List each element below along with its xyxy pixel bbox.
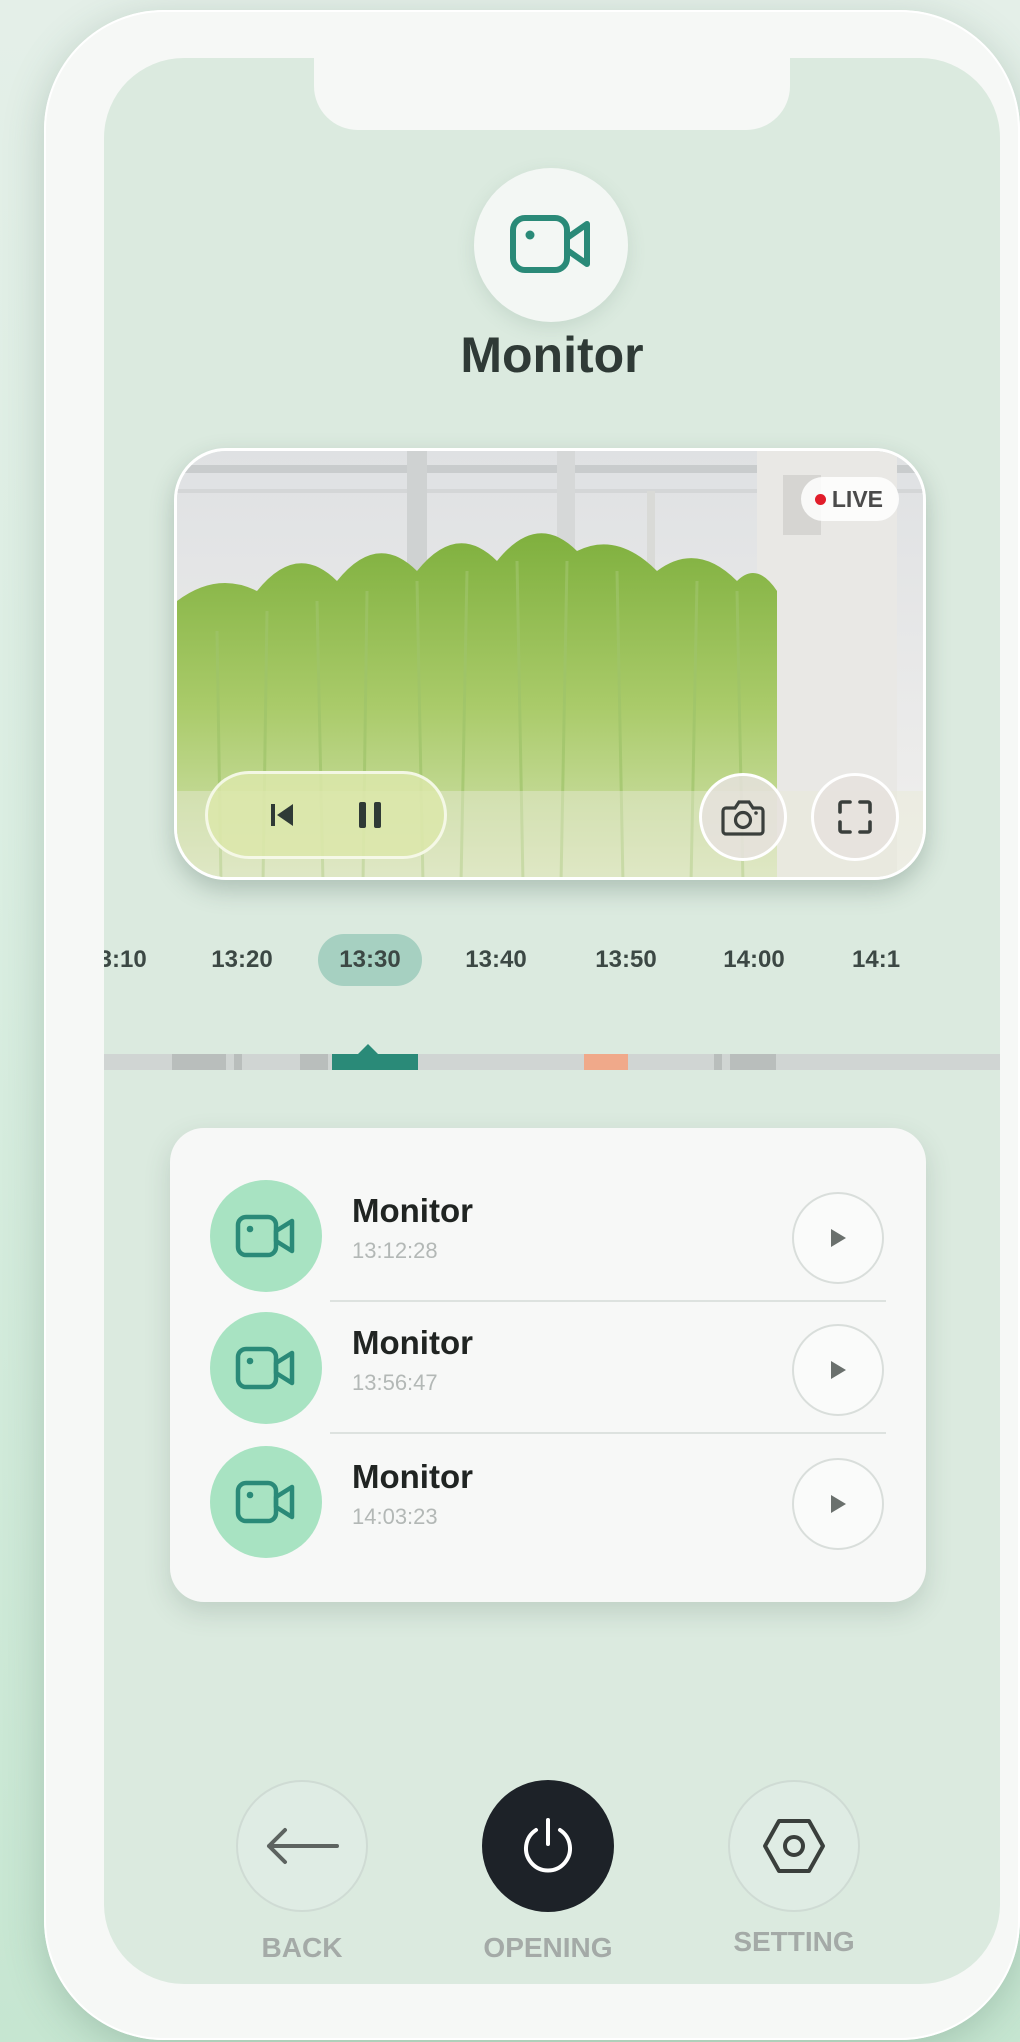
live-label: LIVE xyxy=(831,485,883,512)
list-item[interactable]: Monitor 14:03:23 xyxy=(170,1432,926,1566)
play-icon xyxy=(831,1229,846,1247)
power-button[interactable] xyxy=(482,1780,614,1912)
fullscreen-icon xyxy=(838,800,872,834)
recording-title: Monitor xyxy=(352,1192,473,1229)
recording-icon-badge xyxy=(210,1446,322,1558)
header-icon-circle xyxy=(474,168,628,322)
settings-hex-icon xyxy=(763,1819,825,1873)
timeline-tick[interactable]: 13:20 xyxy=(190,934,294,986)
back-button[interactable] xyxy=(236,1780,368,1912)
recording-segment xyxy=(300,1054,328,1070)
video-camera-icon xyxy=(235,1214,295,1258)
recording-time: 13:56:47 xyxy=(352,1370,438,1395)
play-button[interactable] xyxy=(792,1324,884,1416)
play-button[interactable] xyxy=(792,1192,884,1284)
setting-label: SETTING xyxy=(733,1926,855,1957)
playback-controls xyxy=(205,771,447,859)
video-camera-icon xyxy=(235,1480,295,1524)
device-notch xyxy=(314,58,790,130)
timeline-tick[interactable]: 13:10 xyxy=(104,934,168,986)
list-item[interactable]: Monitor 13:56:47 xyxy=(170,1298,926,1432)
play-icon xyxy=(831,1495,846,1513)
page-title: Monitor xyxy=(460,327,644,383)
recording-icon-badge xyxy=(210,1312,322,1424)
play-icon xyxy=(831,1361,846,1379)
live-dot xyxy=(814,493,826,505)
recording-title: Monitor xyxy=(352,1458,473,1495)
recording-segment xyxy=(234,1054,242,1070)
timeline-tick-selected[interactable]: 13:30 xyxy=(318,934,422,986)
timeline-tick[interactable]: 13:40 xyxy=(444,934,548,986)
app-screen: Monitor LIVE 3:10 13:20 13:30 13:40 13:5… xyxy=(104,58,1000,1984)
recording-segment-selected xyxy=(332,1054,418,1070)
pause-button[interactable] xyxy=(355,799,385,831)
power-icon xyxy=(524,1818,572,1873)
fullscreen-button[interactable] xyxy=(811,773,899,861)
recording-title: Monitor xyxy=(352,1324,473,1361)
skip-previous-button[interactable] xyxy=(267,800,297,830)
timeline-tick[interactable]: 13:50 xyxy=(574,934,678,986)
video-camera-icon xyxy=(235,1346,295,1390)
live-video-feed[interactable]: LIVE xyxy=(174,448,926,880)
recording-time: 14:03:23 xyxy=(352,1504,438,1529)
setting-button[interactable] xyxy=(728,1780,860,1912)
timeline-tick[interactable]: 14:00 xyxy=(702,934,806,986)
live-badge: LIVE xyxy=(800,477,899,521)
video-camera-icon xyxy=(510,215,590,273)
recording-time: 13:12:28 xyxy=(352,1238,438,1263)
camera-icon xyxy=(721,800,765,836)
back-label: BACK xyxy=(261,1932,343,1963)
opening-label: OPENING xyxy=(483,1932,613,1963)
skip-previous-icon xyxy=(271,804,293,826)
recording-segment-alert xyxy=(584,1054,628,1070)
timeline-scrubber[interactable] xyxy=(104,1054,1000,1070)
snapshot-button[interactable] xyxy=(699,773,787,861)
pause-icon xyxy=(359,802,381,828)
recording-icon-badge xyxy=(210,1180,322,1292)
timeline-labels: 13:10 13:20 13:30 13:40 13:50 14:00 14:1 xyxy=(104,934,1000,990)
recordings-list: Monitor 13:12:28 Monitor 13:56:47 Monito… xyxy=(170,1128,926,1602)
timeline-tick[interactable]: 14:1 xyxy=(830,934,934,986)
list-item[interactable]: Monitor 13:12:28 xyxy=(170,1166,926,1300)
recording-segment xyxy=(714,1054,722,1070)
play-button[interactable] xyxy=(792,1458,884,1550)
arrow-left-icon xyxy=(267,1828,339,1864)
recording-segment xyxy=(730,1054,776,1070)
recording-segment xyxy=(172,1054,226,1070)
